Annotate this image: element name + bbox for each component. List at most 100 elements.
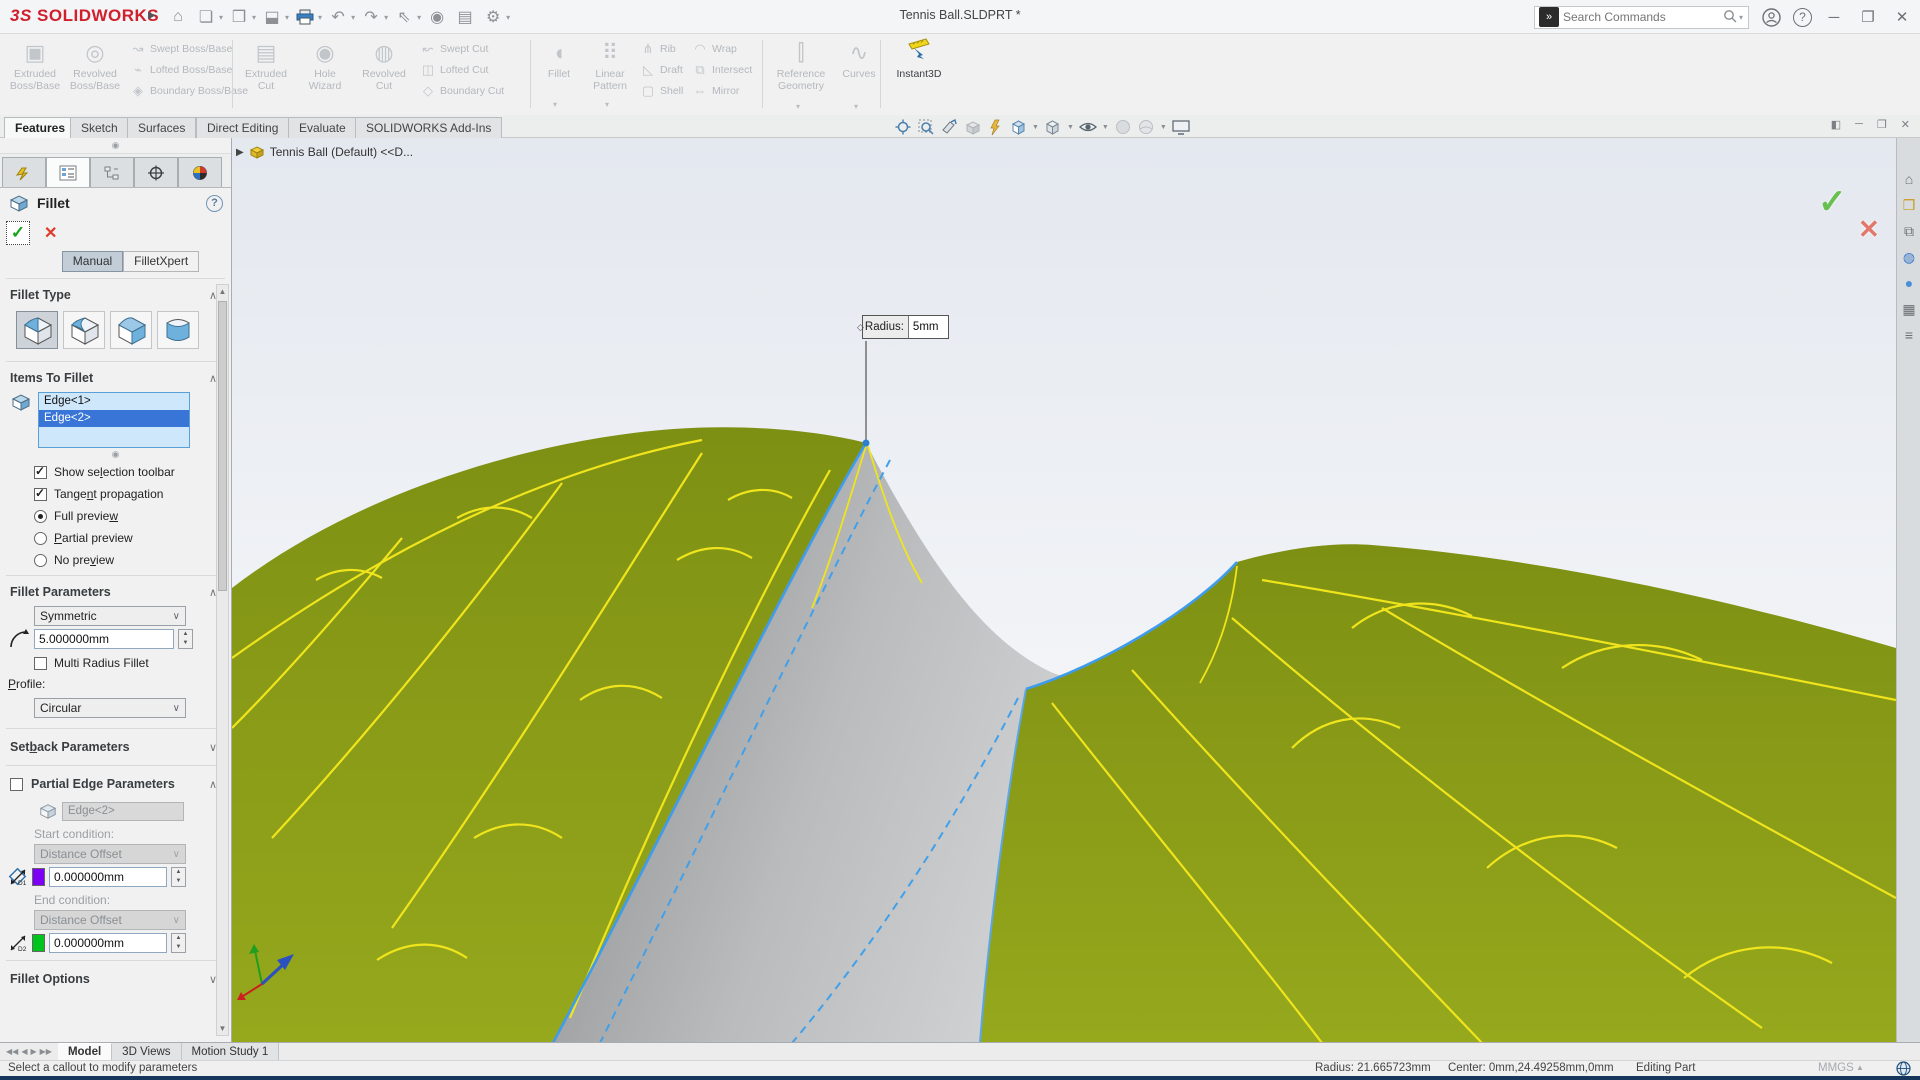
linear-pattern-caret-icon[interactable]: ▾	[605, 100, 609, 109]
tab-last-icon[interactable]: ▶▶	[40, 1047, 52, 1056]
minimize-window-icon[interactable]: ─	[1822, 5, 1846, 29]
mirror-button[interactable]: ⇔Mirror	[692, 81, 739, 100]
show-selection-toolbar-checkbox[interactable]	[34, 466, 47, 479]
scroll-down-icon[interactable]: ▼	[217, 1022, 228, 1035]
partial-edge-parameters-header[interactable]: Partial Edge Parameters ∧	[0, 770, 231, 798]
tab-feature-manager[interactable]	[2, 157, 46, 187]
d1-color-swatch[interactable]	[32, 868, 45, 886]
tab-prev-icon[interactable]: ◀	[21, 1047, 27, 1056]
d2-spinner[interactable]: ▲▼	[171, 933, 186, 953]
d1-input[interactable]	[49, 867, 167, 887]
file-explorer-icon[interactable]: ⧉	[1897, 218, 1920, 244]
edit-appearance-icon[interactable]	[1113, 118, 1133, 136]
view-settings-icon[interactable]	[1171, 118, 1191, 136]
shell-button[interactable]: ▢Shell	[640, 81, 683, 100]
tab-sketch[interactable]: Sketch	[70, 117, 129, 138]
restore-window-icon[interactable]: ❐	[1856, 5, 1880, 29]
lofted-boss-base-button[interactable]: ⌁Lofted Boss/Base	[130, 60, 232, 79]
tab-evaluate[interactable]: Evaluate	[288, 117, 357, 138]
confirm-cancel-x[interactable]: ✕	[1858, 214, 1880, 245]
help-icon[interactable]: ?	[1793, 8, 1812, 27]
partial-preview-radio[interactable]	[34, 532, 47, 545]
view-orientation-icon[interactable]	[1008, 118, 1028, 136]
fillet-button[interactable]: ◖Fillet	[536, 38, 582, 110]
variable-size-fillet-button[interactable]	[63, 311, 105, 349]
confirm-ok-check[interactable]: ✓	[1818, 182, 1847, 222]
curves-button[interactable]: ∿Curves	[838, 38, 880, 110]
breadcrumb[interactable]: ▶ Tennis Ball (Default) <<D...	[236, 145, 413, 159]
profile-dropdown[interactable]: Circular∨	[34, 698, 186, 718]
callout-handle-icon[interactable]: ◇	[857, 322, 864, 333]
filletxpert-mode-button[interactable]: FilletXpert	[123, 251, 199, 272]
fillet-options-header[interactable]: Fillet Options ∨	[0, 965, 231, 993]
tab-model[interactable]: Model	[58, 1043, 112, 1060]
full-preview-row[interactable]: Full preview	[0, 505, 231, 527]
list-item-edge1[interactable]: Edge<1>	[39, 393, 189, 410]
zoom-to-fit-icon[interactable]	[893, 118, 913, 136]
reference-geometry-button[interactable]: ⫿Reference Geometry	[768, 38, 834, 110]
design-library-icon[interactable]: ❒	[1897, 192, 1920, 218]
search-input[interactable]	[1563, 10, 1719, 24]
restore-viewport-icon[interactable]: ❐	[1877, 118, 1887, 131]
fillet-caret-icon[interactable]: ▾	[553, 100, 557, 109]
d1-spinner[interactable]: ▲▼	[171, 867, 186, 887]
ok-button[interactable]: ✓	[6, 221, 30, 245]
swept-cut-button[interactable]: ↜Swept Cut	[420, 39, 488, 58]
display-style-icon[interactable]	[1043, 118, 1063, 136]
dock-pane-icon[interactable]: ◧	[1831, 118, 1841, 131]
tab-first-icon[interactable]: ◀◀	[6, 1047, 18, 1056]
intersect-button[interactable]: ⧉Intersect	[692, 60, 752, 79]
panel-splitter-handle[interactable]: ◉	[0, 138, 231, 154]
edge-list[interactable]: Edge<1> Edge<2>	[38, 392, 190, 448]
view-orientation-caret-icon[interactable]: ▼	[1032, 124, 1039, 131]
wrap-button[interactable]: ◠Wrap	[692, 39, 737, 58]
radius-input[interactable]	[34, 629, 174, 649]
view-palette-icon[interactable]: ◍	[1897, 244, 1920, 270]
scrollbar-thumb[interactable]	[218, 301, 227, 591]
show-selection-toolbar-row[interactable]: Show selection toolbar	[0, 461, 231, 483]
end-condition-dropdown[interactable]: Distance Offset∨	[34, 910, 186, 930]
apply-scene-icon[interactable]	[1136, 118, 1156, 136]
section-view-icon[interactable]	[962, 118, 982, 136]
full-round-fillet-button[interactable]	[157, 311, 199, 349]
radius-callout[interactable]: ◇ Radius: 5mm	[862, 315, 949, 339]
extruded-boss-base-button[interactable]: ▣Extruded Boss/Base	[6, 38, 64, 110]
boundary-cut-button[interactable]: ◇Boundary Cut	[420, 81, 504, 100]
appearances-scenes-icon[interactable]: ●	[1897, 270, 1920, 296]
close-viewport-icon[interactable]: ✕	[1901, 118, 1910, 131]
tangent-propagation-row[interactable]: Tangent propagation	[0, 483, 231, 505]
hide-show-items-icon[interactable]	[1078, 118, 1098, 136]
instant3d-button[interactable]: Instant3D	[888, 38, 950, 110]
tab-display-manager[interactable]	[178, 157, 222, 187]
draft-button[interactable]: ◺Draft	[640, 60, 683, 79]
lofted-cut-button[interactable]: ◫Lofted Cut	[420, 60, 488, 79]
boundary-boss-base-button[interactable]: ◈Boundary Boss/Base	[130, 81, 248, 100]
search-commands-box[interactable]: » ▾	[1534, 6, 1749, 29]
tab-direct-editing[interactable]: Direct Editing	[196, 117, 289, 138]
search-caret-icon[interactable]: ▾	[1739, 13, 1743, 22]
face-fillet-button[interactable]	[110, 311, 152, 349]
revolved-cut-button[interactable]: ◍Revolved Cut	[356, 38, 412, 110]
partial-edge-field[interactable]: Edge<2>	[62, 802, 184, 821]
partial-edge-checkbox[interactable]	[10, 778, 23, 791]
display-style-caret-icon[interactable]: ▼	[1067, 124, 1074, 131]
minimize-viewport-icon[interactable]: ─	[1855, 118, 1863, 131]
tree-expand-icon[interactable]: ▶	[236, 147, 244, 158]
tab-dimxpert-manager[interactable]	[134, 157, 178, 187]
close-window-icon[interactable]: ✕	[1890, 5, 1914, 29]
breadcrumb-label[interactable]: Tennis Ball (Default) <<D...	[270, 145, 413, 159]
tab-surfaces[interactable]: Surfaces	[127, 117, 196, 138]
status-units[interactable]: MMGS	[1818, 1062, 1854, 1074]
d2-input[interactable]	[49, 933, 167, 953]
fillet-parameters-header[interactable]: Fillet Parameters ∧	[0, 580, 231, 604]
tab-features[interactable]: Features	[4, 117, 76, 138]
tab-solidworks-add-ins[interactable]: SOLIDWORKS Add-Ins	[355, 117, 502, 138]
linear-pattern-button[interactable]: ⠿Linear Pattern	[584, 38, 636, 110]
cancel-button[interactable]: ✕	[44, 223, 57, 243]
constant-size-fillet-button[interactable]	[16, 311, 58, 349]
graphics-viewport[interactable]: ▶ Tennis Ball (Default) <<D... ◇ Radius:…	[232, 138, 1896, 1042]
manual-mode-button[interactable]: Manual	[62, 251, 123, 272]
list-resize-handle[interactable]: ◉	[0, 448, 231, 461]
revolved-boss-base-button[interactable]: ◎Revolved Boss/Base	[66, 38, 124, 110]
zoom-to-area-icon[interactable]	[916, 118, 936, 136]
